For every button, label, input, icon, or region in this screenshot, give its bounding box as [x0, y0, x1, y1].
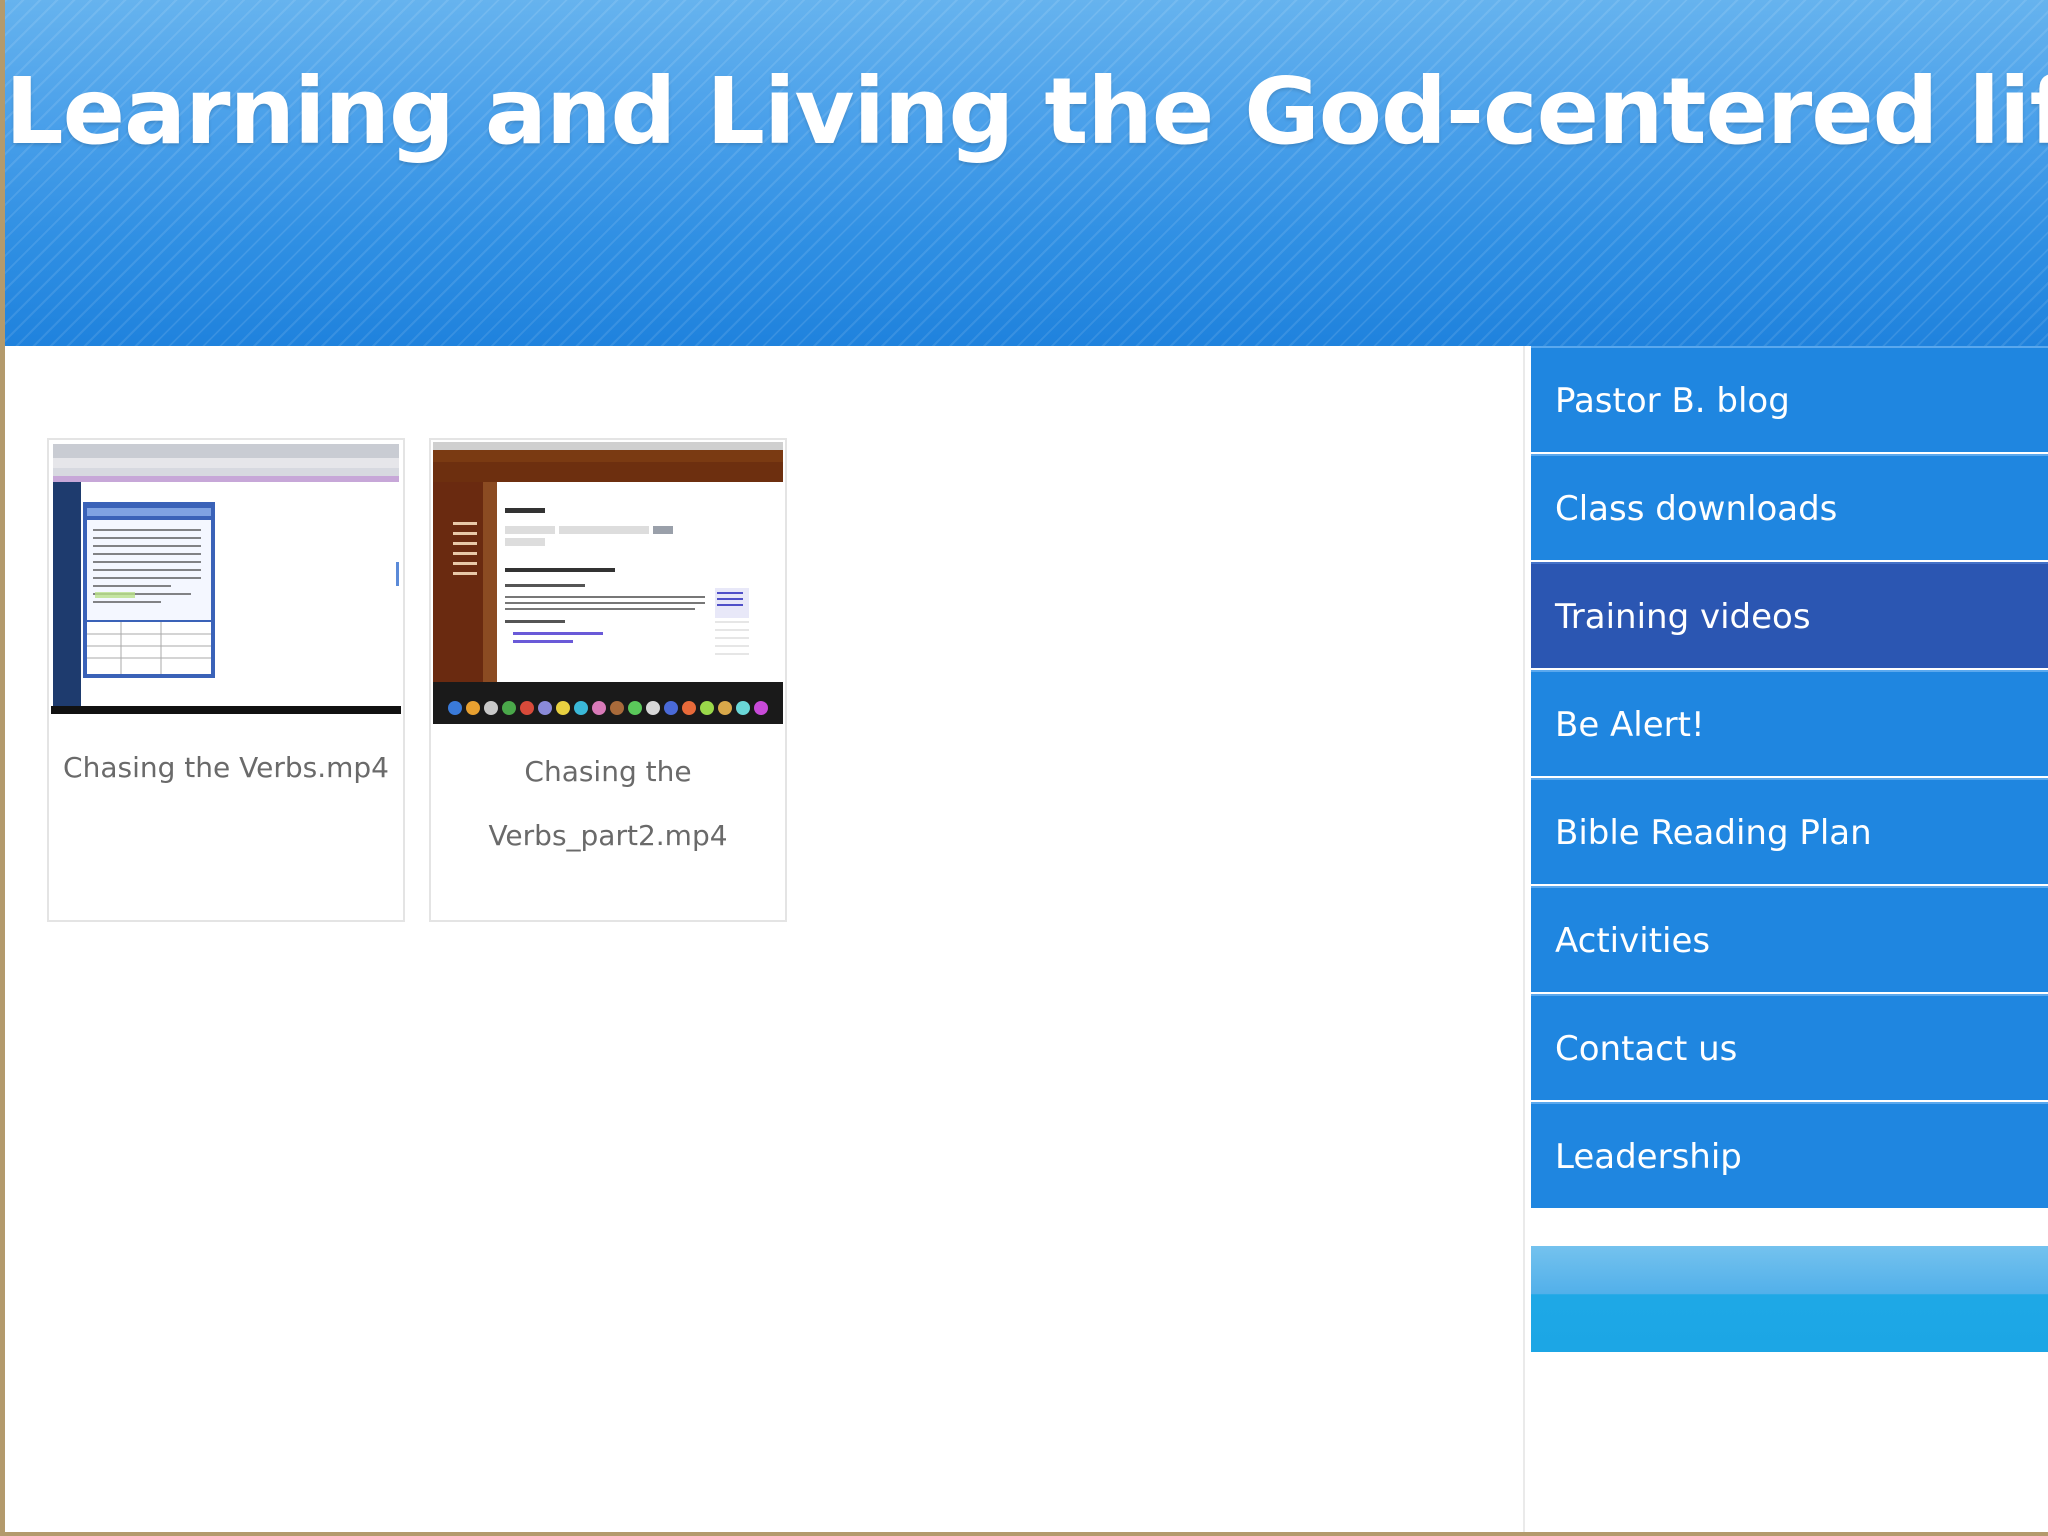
- video-caption-2-line2[interactable]: Verbs_part2.mp4: [431, 804, 785, 868]
- video-card-2[interactable]: Chasing the Verbs_part2.mp4: [429, 438, 787, 922]
- main-content: Chasing the Verbs.mp4 Chasing the Verbs_…: [5, 346, 1523, 1532]
- sidebar-nav: Pastor B. blog Class downloads Training …: [1531, 346, 2048, 1210]
- nav-item-training-videos[interactable]: Training videos: [1531, 562, 2048, 668]
- video-thumbnail-2[interactable]: [433, 442, 783, 724]
- sidebar-decorative-band: [1531, 1246, 2048, 1352]
- nav-item-leadership[interactable]: Leadership: [1531, 1102, 2048, 1208]
- thumbnail-image: [433, 442, 783, 724]
- nav-item-pastor-blog[interactable]: Pastor B. blog: [1531, 346, 2048, 452]
- sidebar: Pastor B. blog Class downloads Training …: [1523, 346, 2048, 1532]
- nav-item-contact-us[interactable]: Contact us: [1531, 994, 2048, 1100]
- site-header: Learning and Living the God-centered lif…: [5, 0, 2048, 346]
- video-caption-1[interactable]: Chasing the Verbs.mp4: [49, 736, 403, 800]
- video-caption-2-line1[interactable]: Chasing the: [431, 740, 785, 804]
- site-title[interactable]: Learning and Living the God-centered lif…: [5, 52, 2048, 172]
- thumbnail-image: [51, 442, 401, 714]
- nav-item-be-alert[interactable]: Be Alert!: [1531, 670, 2048, 776]
- video-card-1[interactable]: Chasing the Verbs.mp4: [47, 438, 405, 922]
- nav-item-bible-reading-plan[interactable]: Bible Reading Plan: [1531, 778, 2048, 884]
- nav-item-class-downloads[interactable]: Class downloads: [1531, 454, 2048, 560]
- nav-item-activities[interactable]: Activities: [1531, 886, 2048, 992]
- video-thumbnail-1[interactable]: [51, 442, 401, 714]
- page-frame: Learning and Living the God-centered lif…: [0, 0, 2048, 1536]
